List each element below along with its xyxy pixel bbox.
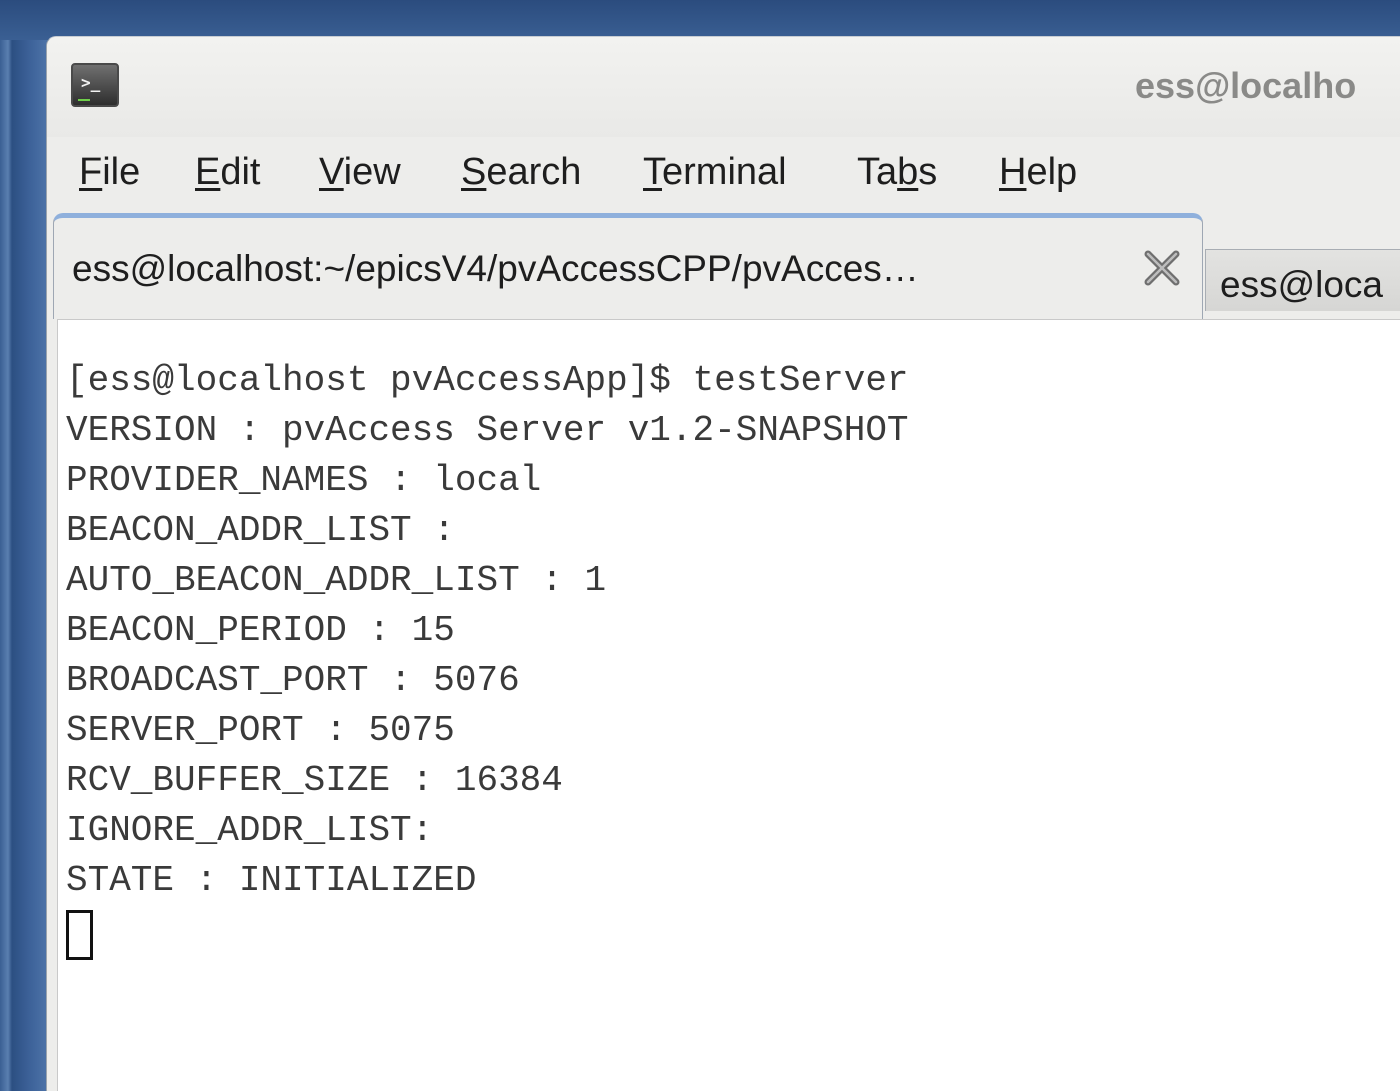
menu-bar: File Edit View Search Terminal Tabs Help	[47, 137, 1400, 209]
terminal-line: SERVER_PORT : 5075	[66, 710, 455, 751]
terminal-line: IGNORE_ADDR_LIST:	[66, 810, 434, 851]
tab-active[interactable]: ess@localhost:~/epicsV4/pvAccessCPP/pvAc…	[53, 213, 1203, 319]
menu-terminal[interactable]: Terminal	[643, 151, 787, 194]
tab-bar: ess@localhost:~/epicsV4/pvAccessCPP/pvAc…	[47, 209, 1400, 319]
menu-search[interactable]: Search	[461, 151, 581, 194]
close-icon[interactable]	[1140, 246, 1184, 290]
terminal-output[interactable]: [ess@localhost pvAccessApp]$ testServer …	[57, 319, 1400, 1091]
tab-inactive[interactable]: ess@loca	[1205, 249, 1400, 311]
menu-file[interactable]: File	[79, 151, 140, 194]
title-bar[interactable]: >_ ess@localho	[47, 37, 1400, 137]
terminal-line: PROVIDER_NAMES : local	[66, 460, 542, 501]
terminal-line: BEACON_PERIOD : 15	[66, 610, 455, 651]
desktop-background: >_ ess@localho File Edit View Search Ter…	[0, 0, 1400, 1091]
terminal-window: >_ ess@localho File Edit View Search Ter…	[46, 36, 1400, 1091]
terminal-line: STATE : INITIALIZED	[66, 860, 477, 901]
menu-edit[interactable]: Edit	[195, 151, 261, 194]
terminal-icon: >_	[71, 63, 119, 107]
menu-tabs[interactable]: Tabs	[857, 151, 937, 194]
tab-inactive-label: ess@loca	[1220, 264, 1384, 305]
menu-help[interactable]: Help	[999, 151, 1077, 194]
terminal-line: AUTO_BEACON_ADDR_LIST : 1	[66, 560, 607, 601]
window-title: ess@localho	[1135, 65, 1357, 106]
tab-active-label: ess@localhost:~/epicsV4/pvAccessCPP/pvAc…	[72, 248, 919, 289]
terminal-line: VERSION : pvAccess Server v1.2-SNAPSHOT	[66, 410, 909, 451]
text-cursor	[66, 910, 93, 960]
menu-view[interactable]: View	[319, 151, 401, 194]
terminal-line: BROADCAST_PORT : 5076	[66, 660, 520, 701]
desktop-panel-edge	[0, 0, 1400, 40]
terminal-line: RCV_BUFFER_SIZE : 16384	[66, 760, 563, 801]
terminal-line: [ess@localhost pvAccessApp]$ testServer	[66, 360, 909, 401]
terminal-line: BEACON_ADDR_LIST :	[66, 510, 455, 551]
